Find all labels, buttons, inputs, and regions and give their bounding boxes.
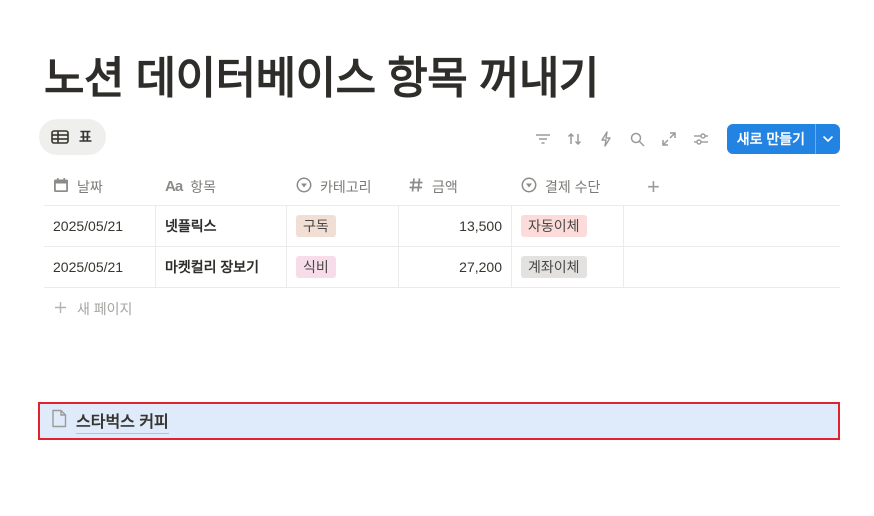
category-cell[interactable]: 식비 — [287, 247, 399, 287]
plus-icon — [54, 301, 67, 317]
select-icon — [296, 177, 312, 196]
date-cell[interactable]: 2025/05/21 — [44, 247, 156, 287]
new-page-label: 새 페이지 — [77, 301, 133, 317]
extracted-page-block[interactable]: 스타벅스 커피 — [38, 402, 840, 440]
plus-icon: + — [647, 173, 660, 199]
search-icon[interactable] — [622, 124, 654, 154]
empty-cell[interactable] — [624, 206, 840, 246]
column-header-payment[interactable]: 결제 수단 — [512, 168, 624, 205]
table-row[interactable]: 2025/05/21 마켓컬리 장보기 식비 27,200 계좌이체 — [44, 247, 840, 288]
payment-tag: 자동이체 — [521, 215, 587, 237]
column-header-item[interactable]: Aa 항목 — [156, 168, 287, 205]
page-title: 노션 데이터베이스 항목 꺼내기 — [44, 54, 599, 103]
category-tag: 구독 — [296, 215, 336, 237]
item-cell[interactable]: 마켓컬리 장보기 — [156, 247, 287, 287]
expand-icon[interactable] — [654, 124, 686, 154]
page-icon — [51, 409, 67, 433]
page-link-label[interactable]: 스타벅스 커피 — [76, 408, 169, 434]
hash-icon — [408, 177, 424, 196]
lightning-icon[interactable] — [591, 124, 623, 154]
new-page-button[interactable]: 새 페이지 — [44, 288, 840, 330]
add-column-button[interactable]: + — [624, 168, 840, 205]
table-icon — [51, 130, 69, 144]
column-header-label: 결제 수단 — [545, 178, 601, 195]
calendar-icon — [53, 177, 69, 196]
database-toolbar: 새로 만들기 — [528, 124, 840, 154]
new-button-label[interactable]: 새로 만들기 — [727, 129, 815, 149]
category-cell[interactable]: 구독 — [287, 206, 399, 246]
new-button[interactable]: 새로 만들기 — [726, 124, 840, 154]
column-header-label: 항목 — [190, 178, 216, 195]
column-header-label: 날짜 — [77, 178, 103, 195]
select-icon — [521, 177, 537, 196]
payment-cell[interactable]: 계좌이체 — [512, 247, 624, 287]
column-header-label: 카테고리 — [320, 178, 372, 195]
database-table: 날짜 Aa 항목 카테고리 금액 결제 수단 + 2025/05/21 넷플릭스… — [44, 168, 840, 330]
sort-icon[interactable] — [559, 124, 591, 154]
filter-icon[interactable] — [528, 124, 560, 154]
amount-cell[interactable]: 13,500 — [399, 206, 512, 246]
settings-sliders-icon[interactable] — [685, 124, 717, 154]
amount-cell[interactable]: 27,200 — [399, 247, 512, 287]
chevron-down-icon[interactable] — [816, 135, 840, 143]
table-row[interactable]: 2025/05/21 넷플릭스 구독 13,500 자동이체 — [44, 206, 840, 247]
view-tab-table[interactable]: 표 — [39, 119, 106, 155]
table-header-row: 날짜 Aa 항목 카테고리 금액 결제 수단 + — [44, 168, 840, 206]
category-tag: 식비 — [296, 256, 336, 278]
column-header-category[interactable]: 카테고리 — [287, 168, 399, 205]
column-header-amount[interactable]: 금액 — [399, 168, 512, 205]
column-header-date[interactable]: 날짜 — [44, 168, 156, 205]
column-header-label: 금액 — [432, 178, 458, 195]
text-aa-icon: Aa — [165, 178, 183, 195]
payment-tag: 계좌이체 — [521, 256, 587, 278]
empty-cell[interactable] — [624, 247, 840, 287]
payment-cell[interactable]: 자동이체 — [512, 206, 624, 246]
item-cell[interactable]: 넷플릭스 — [156, 206, 287, 246]
date-cell[interactable]: 2025/05/21 — [44, 206, 156, 246]
view-tab-label: 표 — [79, 129, 92, 145]
